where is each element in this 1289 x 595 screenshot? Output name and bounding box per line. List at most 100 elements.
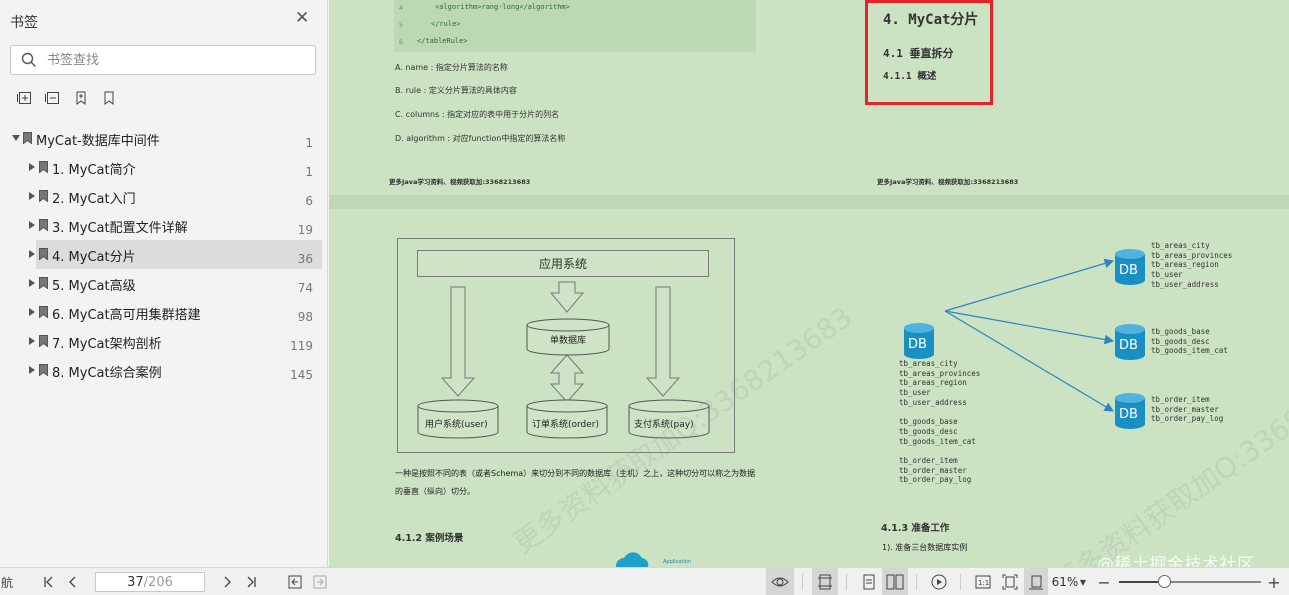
bookmark-item[interactable]: 6. MyCat高可用集群搭建 98 <box>0 298 327 327</box>
add-bookmark-button[interactable] <box>72 89 90 107</box>
last-page-button[interactable] <box>240 568 262 595</box>
bookmark-item-page: 1 <box>305 165 313 179</box>
code-line-number: 4 <box>399 4 403 12</box>
db-1-icon: DB <box>1114 248 1146 286</box>
caret-right-icon[interactable] <box>28 162 36 172</box>
bookmark-search-box[interactable] <box>10 45 316 75</box>
status-bar: 航 37/206 1:1 61% ▼ − + <box>0 567 1289 595</box>
eye-protection-button[interactable] <box>766 568 794 595</box>
single-page-button[interactable] <box>858 568 880 595</box>
expand-all-button[interactable] <box>16 89 34 107</box>
bookmark-item-label: 6. MyCat高可用集群搭建 <box>52 308 201 323</box>
last-page-icon <box>247 576 256 588</box>
paragraph-line: 的垂直（纵向）切分。 <box>395 487 475 496</box>
next-page-button[interactable] <box>216 568 238 595</box>
back-button[interactable] <box>284 568 306 595</box>
nav-label: 航 <box>0 575 13 590</box>
bookmark-item-label: 7. MyCat架构剖析 <box>52 337 162 352</box>
caret-right-icon[interactable] <box>28 307 36 317</box>
fit-width-icon <box>818 574 832 590</box>
subsubsection-heading: 4.1.1 概述 <box>883 71 937 82</box>
caret-right-icon[interactable] <box>28 365 36 375</box>
bookmark-item-page: 98 <box>297 310 313 324</box>
db1-tables-list: tb_areas_city tb_areas_provinces tb_area… <box>1151 241 1233 289</box>
bookmark-panel-title: 书签 <box>10 15 38 31</box>
bookmark-item-page: 74 <box>297 281 313 295</box>
bookmark-search-input[interactable] <box>47 50 307 70</box>
first-page-icon <box>44 576 53 588</box>
caret-right-icon[interactable] <box>28 278 36 288</box>
zoom-value[interactable]: 61% <box>1050 568 1080 595</box>
bookmark-icon <box>39 190 48 202</box>
page-footer: 更多Java学习资料、视频获取加:3368213683 <box>389 178 531 186</box>
bookmark-icon <box>39 277 48 289</box>
bookmark-item-page: 36 <box>297 252 313 266</box>
bookmark-item-label: 5. MyCat高级 <box>52 279 136 294</box>
page-row-2: 应用系统 单数据库 用户系统(user) 订单系统(order) 支付系统(pa… <box>329 209 1289 567</box>
caret-right-icon[interactable] <box>28 191 36 201</box>
fit-page-button[interactable] <box>998 568 1022 595</box>
chevron-down-icon[interactable]: ▼ <box>1078 568 1088 595</box>
collapse-all-button[interactable] <box>44 89 62 107</box>
bookmark-item[interactable]: 2. MyCat入门 6 <box>0 182 327 211</box>
caret-down-icon[interactable] <box>12 133 20 143</box>
fit-height-icon <box>1029 575 1043 590</box>
zoom-in-button[interactable]: + <box>1267 568 1281 595</box>
description-line: B. rule : 定义分片算法的具体内容 <box>395 86 517 95</box>
caret-right-icon[interactable] <box>28 336 36 346</box>
caret-right-icon[interactable] <box>28 249 36 259</box>
zoom-slider-thumb[interactable] <box>1158 575 1172 588</box>
bookmark-icon <box>39 161 48 173</box>
order-system-label: 订单系统(order) <box>532 420 600 430</box>
paragraph-line: 一种是按照不同的表（或者Schema）来切分到不同的数据库（主机）之上，这种切分… <box>395 469 756 478</box>
prev-page-button[interactable] <box>62 568 84 595</box>
fit-width-button[interactable] <box>812 568 838 595</box>
page-divider <box>329 195 1289 209</box>
zoom-out-button[interactable]: − <box>1097 568 1111 595</box>
play-button[interactable] <box>928 568 950 595</box>
db3-tables-list: tb_order_item tb_order_master tb_order_p… <box>1151 395 1224 424</box>
total-pages: /206 <box>143 574 173 590</box>
bookmark-item-page: 19 <box>297 223 313 237</box>
actual-size-icon: 1:1 <box>975 575 991 589</box>
fit-height-button[interactable] <box>1024 568 1048 595</box>
section-heading-case: 4.1.2 案例场景 <box>395 533 464 544</box>
search-icon <box>21 52 36 67</box>
db-3-icon: DB <box>1114 392 1146 430</box>
bookmark-icon <box>39 335 48 347</box>
subsection-heading: 4.1 垂直拆分 <box>883 47 954 60</box>
bookmark-item[interactable]: 7. MyCat架构剖析 119 <box>0 327 327 356</box>
first-page-button[interactable] <box>38 568 60 595</box>
description-line: A. name : 指定分片算法的名称 <box>395 63 508 72</box>
bookmark-item[interactable]: 4. MyCat分片 36 <box>0 240 327 269</box>
eye-icon <box>771 577 789 587</box>
arrow-down-user <box>440 286 476 397</box>
bookmark-icon <box>39 248 48 260</box>
bookmark-item-page: 6 <box>305 194 313 208</box>
play-icon <box>931 574 947 590</box>
bookmark-item-page: 119 <box>290 339 313 353</box>
single-db-label: 单数据库 <box>550 336 587 346</box>
section-heading: 4. MyCat分片 <box>883 12 979 28</box>
page-number-input[interactable]: 37/206 <box>95 572 205 592</box>
document-view[interactable]: 4 <algorithm>rang-long</algorithm> 5 </r… <box>329 0 1289 567</box>
zoom-slider[interactable] <box>1119 575 1261 588</box>
bookmark-item[interactable]: 8. MyCat综合案例 145 <box>0 356 327 385</box>
user-system-label: 用户系统(user) <box>425 420 488 430</box>
bookmark-item[interactable]: 3. MyCat配置文件详解 19 <box>0 211 327 240</box>
bookmark-button[interactable] <box>100 89 118 107</box>
bookmark-icon <box>39 219 48 231</box>
bookmark-item[interactable]: 1. MyCat简介 1 <box>0 153 327 182</box>
description-line: D. algorithm : 对应function中指定的算法名称 <box>395 134 566 143</box>
close-icon[interactable]: ✕ <box>295 10 309 27</box>
dual-page-button[interactable] <box>882 568 908 595</box>
bookmark-icon <box>39 364 48 376</box>
bookmark-item-label: 3. MyCat配置文件详解 <box>52 221 188 236</box>
caret-right-icon[interactable] <box>28 220 36 230</box>
bookmark-item[interactable]: MyCat-数据库中间件 1 <box>0 124 327 153</box>
cloud-icon <box>615 552 649 567</box>
code-line-number: 5 <box>399 21 403 29</box>
forward-button[interactable] <box>309 568 331 595</box>
bookmark-item[interactable]: 5. MyCat高级 74 <box>0 269 327 298</box>
actual-size-button[interactable]: 1:1 <box>972 568 994 595</box>
